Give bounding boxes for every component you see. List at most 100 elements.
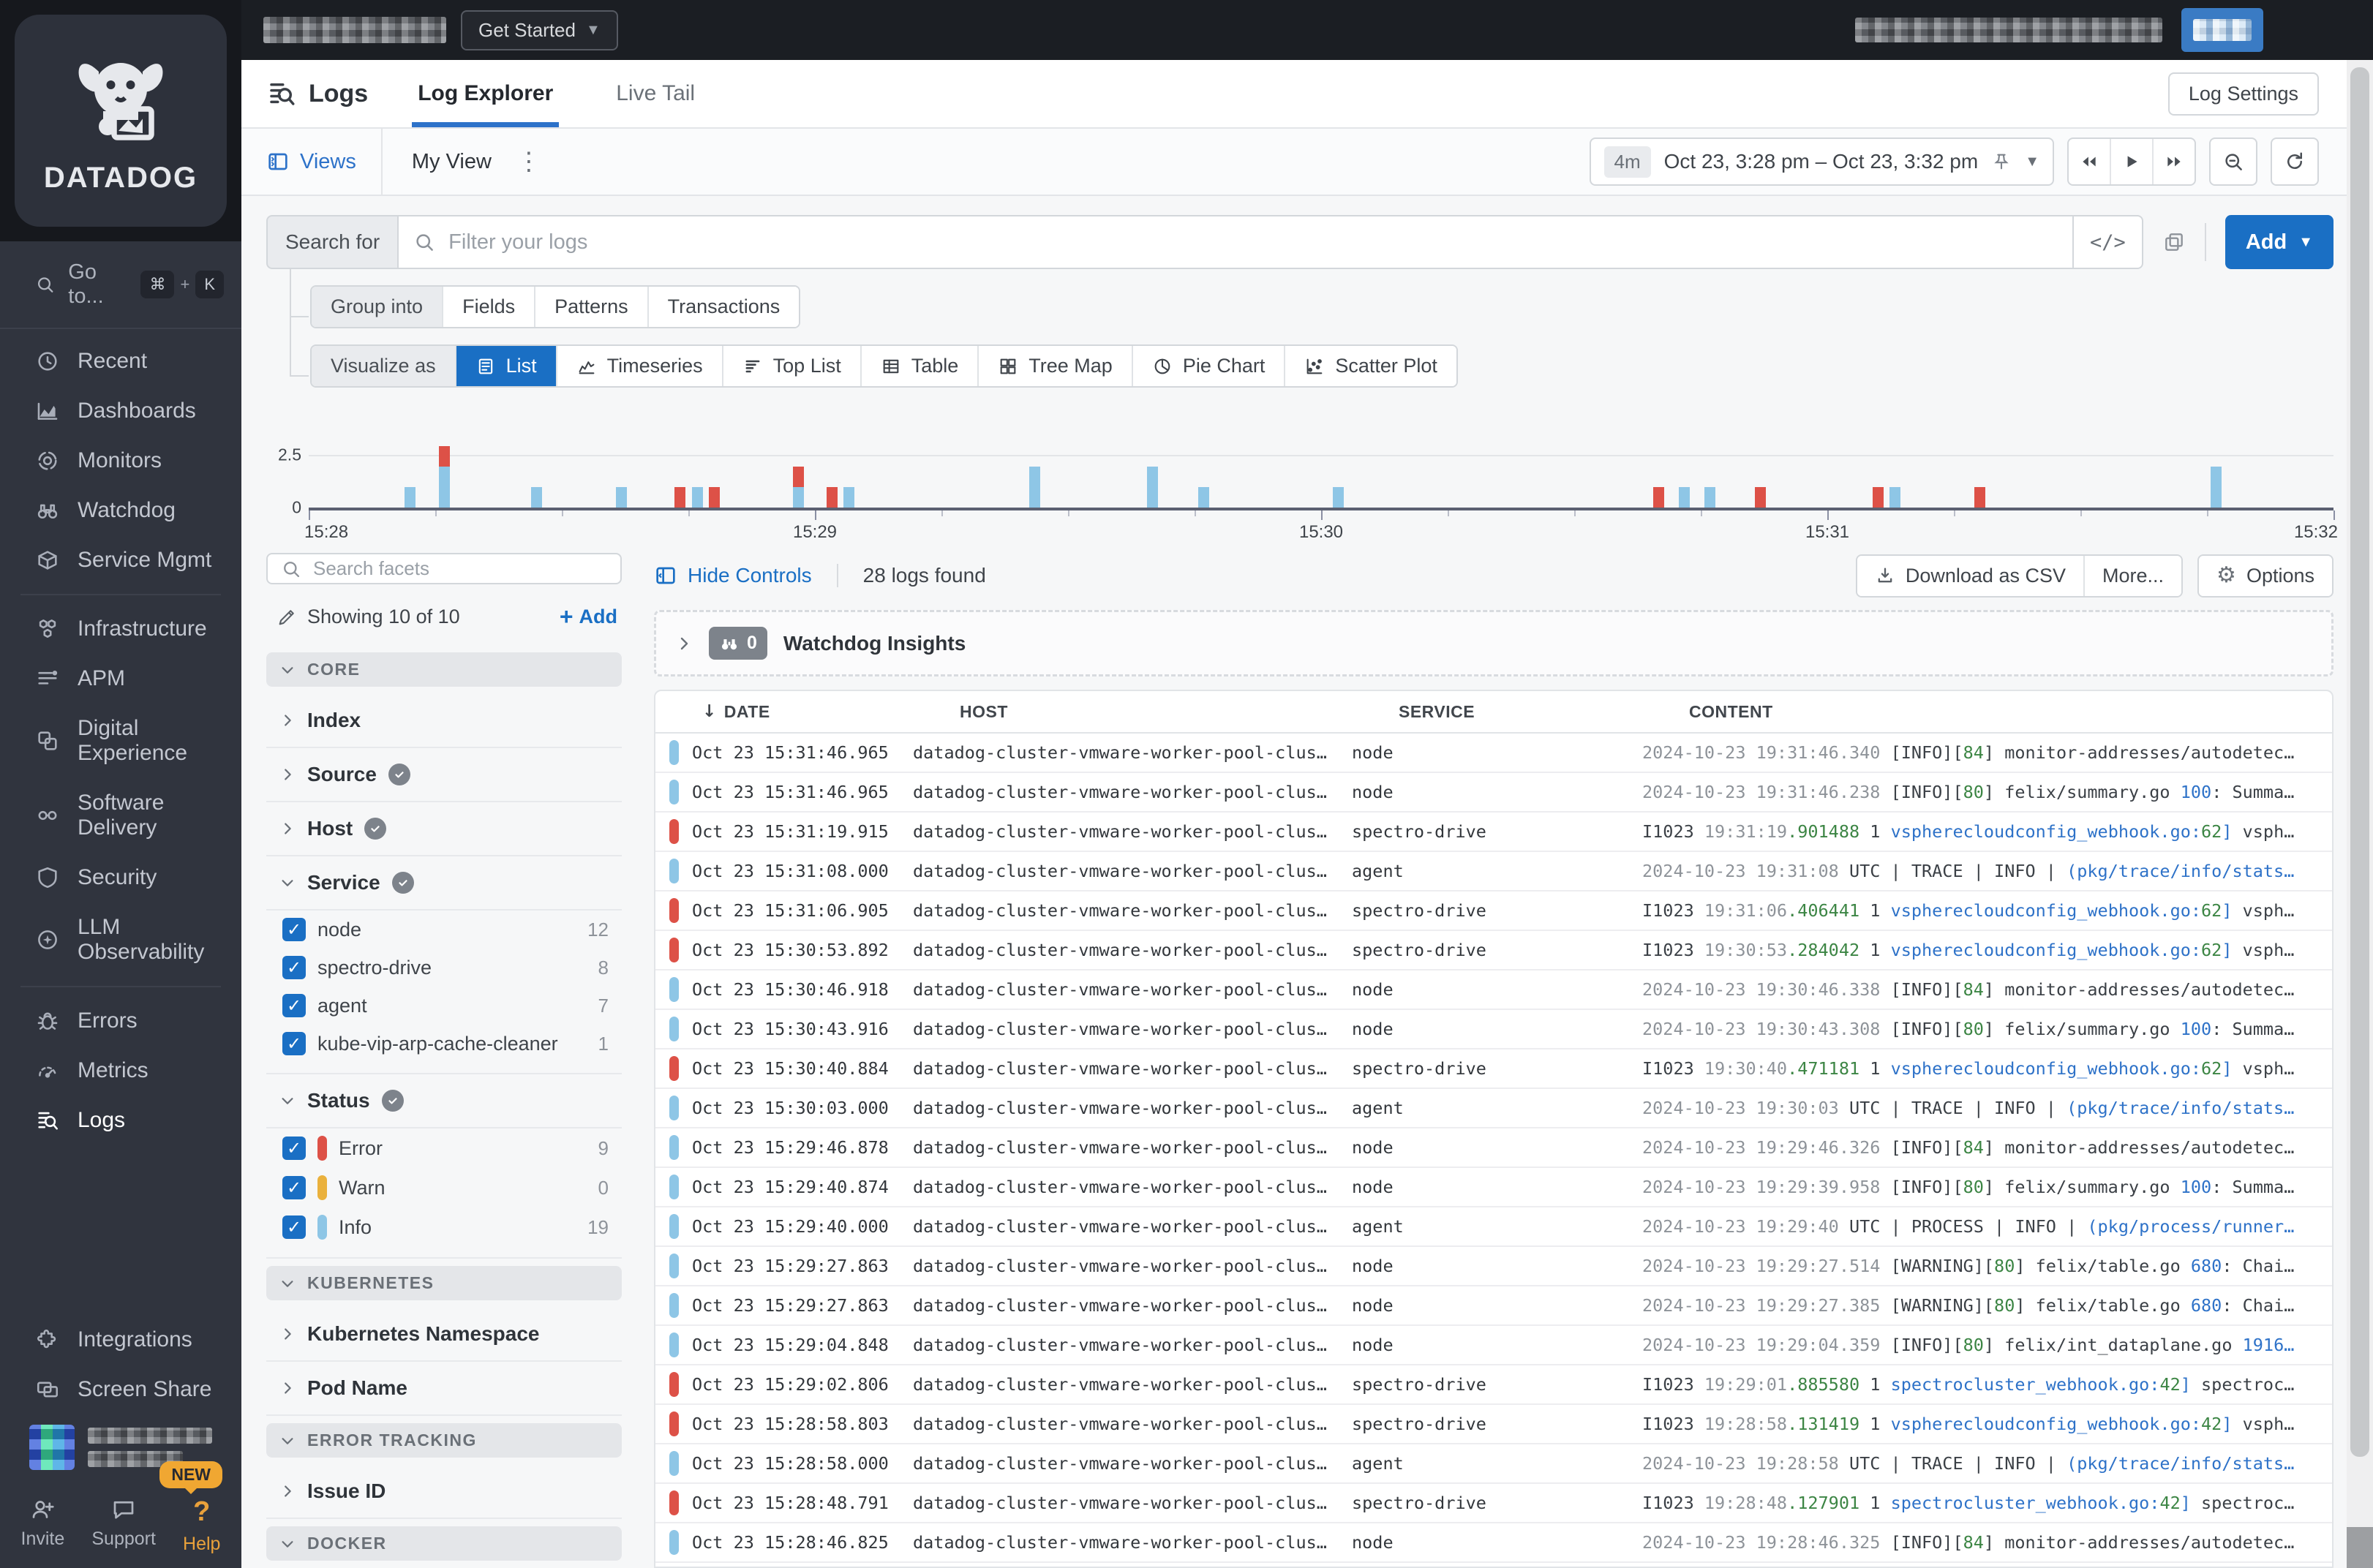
- histogram-bar-15:29:02[interactable]: [827, 487, 838, 508]
- group-into-transactions[interactable]: Transactions: [648, 287, 800, 327]
- time-range-picker[interactable]: 4m Oct 23, 3:28 pm – Oct 23, 3:32 pm ▼: [1589, 137, 2054, 186]
- facet-value-spectro-drive[interactable]: ✓ spectro-drive 8: [277, 949, 622, 987]
- group-into-patterns[interactable]: Patterns: [535, 287, 649, 327]
- histogram-bar-15:30:53[interactable]: [1754, 487, 1766, 508]
- sidebar-item-recent[interactable]: Recent: [0, 336, 241, 386]
- facet-kubernetes-namespace[interactable]: Kubernetes Namespace: [266, 1308, 622, 1362]
- visualize-timeseries[interactable]: Timeseries: [557, 346, 723, 386]
- view-kebab-menu[interactable]: ⋮: [516, 149, 541, 174]
- column-host[interactable]: HOST: [960, 702, 1399, 722]
- tab-log-explorer[interactable]: Log Explorer: [412, 60, 560, 127]
- facet-source[interactable]: Source: [266, 748, 622, 802]
- log-row[interactable]: Oct 23 15:28:58.803 datadog-cluster-vmwa…: [655, 1405, 2332, 1444]
- checkbox-checked[interactable]: ✓: [282, 918, 306, 941]
- sidebar-item-software-delivery[interactable]: Software Delivery: [0, 778, 241, 853]
- log-row[interactable]: Oct 23 15:29:27.863 datadog-cluster-vmwa…: [655, 1286, 2332, 1326]
- histogram-bar-15:29:46[interactable]: [1197, 487, 1209, 508]
- histogram-bar-15:29:27[interactable]: [1028, 467, 1040, 508]
- sidebar-item-watchdog[interactable]: Watchdog: [0, 486, 241, 535]
- get-started-button[interactable]: Get Started ▼: [461, 10, 618, 50]
- fast-forward-button[interactable]: [2154, 139, 2195, 184]
- checkbox-checked[interactable]: ✓: [282, 1137, 306, 1160]
- log-row[interactable]: Oct 23 15:31:46.965 datadog-cluster-vmwa…: [655, 734, 2332, 773]
- add-facet-button[interactable]: + Add: [560, 603, 617, 630]
- sidebar-item-digital-experience[interactable]: Digital Experience: [0, 704, 241, 778]
- invite-button[interactable]: Invite: [21, 1496, 64, 1550]
- log-row[interactable]: Oct 23 15:28:44.780 datadog-cluster-vmwa…: [655, 1563, 2332, 1567]
- facet-search-input[interactable]: [312, 557, 607, 581]
- zoom-out-button[interactable]: [2209, 137, 2257, 186]
- sidebar-item-screen-share[interactable]: Screen Share: [0, 1365, 241, 1414]
- facet-value-error[interactable]: ✓ Error 9: [277, 1128, 622, 1168]
- visualize-pie-chart[interactable]: Pie Chart: [1132, 346, 1286, 386]
- checkbox-checked[interactable]: ✓: [282, 994, 306, 1017]
- more-button[interactable]: More...: [2085, 555, 2182, 596]
- copy-query-button[interactable]: [2143, 215, 2205, 269]
- histogram-bar-15:28:37[interactable]: [615, 487, 627, 508]
- facet-group-core[interactable]: CORE: [266, 652, 622, 687]
- download-csv-button[interactable]: Download as CSV: [1857, 555, 2085, 596]
- histogram-bar-15:28:46[interactable]: [691, 487, 703, 508]
- log-row[interactable]: Oct 23 15:29:02.806 datadog-cluster-vmwa…: [655, 1365, 2332, 1405]
- visualize-scatter-plot[interactable]: Scatter Plot: [1285, 346, 1456, 386]
- refresh-button[interactable]: [2271, 137, 2319, 186]
- log-row[interactable]: Oct 23 15:29:04.848 datadog-cluster-vmwa…: [655, 1326, 2332, 1365]
- facet-value-warn[interactable]: ✓ Warn 0: [277, 1168, 622, 1207]
- facet-group-kubernetes[interactable]: KUBERNETES: [266, 1266, 622, 1300]
- column-service[interactable]: SERVICE: [1399, 702, 1689, 722]
- sidebar-item-errors[interactable]: Errors: [0, 996, 241, 1046]
- pin-icon[interactable]: [1991, 151, 2012, 172]
- play-button[interactable]: [2111, 139, 2154, 184]
- chart-plot-area[interactable]: 2.5 0 15:28 15:29 15:30 15:31 15:32: [278, 410, 2338, 543]
- facet-index[interactable]: Index: [266, 694, 622, 748]
- histogram-bar-15:28:12[interactable]: [405, 487, 416, 508]
- sidebar-item-logs[interactable]: Logs: [0, 1096, 241, 1145]
- facet-value-info[interactable]: ✓ Info 19: [277, 1207, 622, 1247]
- code-mode-button[interactable]: </>: [2072, 215, 2143, 269]
- support-button[interactable]: Support: [91, 1496, 156, 1550]
- watchdog-insights[interactable]: 0 Watchdog Insights: [654, 610, 2333, 676]
- log-row[interactable]: Oct 23 15:31:08.000 datadog-cluster-vmwa…: [655, 852, 2332, 892]
- histogram-bar-15:31:19[interactable]: [1974, 487, 1985, 508]
- facet-group-docker[interactable]: DOCKER: [266, 1526, 622, 1561]
- facet-value-agent[interactable]: ✓ agent 7: [277, 987, 622, 1025]
- datadog-logo[interactable]: DATADOG: [15, 15, 227, 227]
- histogram-bar-15:29:40[interactable]: [1147, 467, 1159, 508]
- histogram-bar-15:30:43[interactable]: [1678, 487, 1690, 508]
- facet-value-node[interactable]: ✓ node 12: [277, 911, 622, 949]
- log-row[interactable]: Oct 23 15:30:43.916 datadog-cluster-vmwa…: [655, 1010, 2332, 1049]
- facet-value-kube-vip-arp-cache-cleaner[interactable]: ✓ kube-vip-arp-cache-cleaner 1: [277, 1025, 622, 1063]
- log-row[interactable]: Oct 23 15:30:40.884 datadog-cluster-vmwa…: [655, 1049, 2332, 1089]
- sidebar-item-service-mgmt[interactable]: Service Mgmt: [0, 535, 241, 585]
- sidebar-item-metrics[interactable]: Metrics: [0, 1046, 241, 1096]
- histogram-bar-15:28:16[interactable]: [438, 446, 450, 508]
- views-button[interactable]: Views: [241, 129, 383, 195]
- scrollbar-thumb[interactable]: [2350, 67, 2369, 1457]
- edit-pencil-icon[interactable]: [277, 607, 297, 627]
- visualize-tree-map[interactable]: Tree Map: [979, 346, 1133, 386]
- column-content[interactable]: CONTENT: [1689, 702, 2332, 722]
- checkbox-checked[interactable]: ✓: [282, 1215, 306, 1239]
- checkbox-checked[interactable]: ✓: [282, 956, 306, 979]
- log-row[interactable]: Oct 23 15:29:40.874 datadog-cluster-vmwa…: [655, 1168, 2332, 1207]
- log-row[interactable]: Oct 23 15:28:58.000 datadog-cluster-vmwa…: [655, 1444, 2332, 1484]
- goto-search[interactable]: Go to... ⌘ + K: [0, 241, 241, 329]
- rewind-button[interactable]: [2069, 139, 2111, 184]
- options-button[interactable]: ⚙ Options: [2199, 555, 2332, 596]
- facet-pod-name[interactable]: Pod Name: [266, 1362, 622, 1416]
- facet-issue-id[interactable]: Issue ID: [266, 1465, 622, 1519]
- visualize-top-list[interactable]: Top List: [723, 346, 862, 386]
- log-row[interactable]: Oct 23 15:30:53.892 datadog-cluster-vmwa…: [655, 931, 2332, 970]
- sidebar-item-security[interactable]: Security: [0, 853, 241, 902]
- column-date[interactable]: ↓ DATE: [655, 702, 960, 722]
- sidebar-item-integrations[interactable]: Integrations: [0, 1315, 241, 1365]
- upgrade-button-redacted[interactable]: [2181, 8, 2263, 52]
- histogram-bar-15:30:40[interactable]: [1653, 487, 1665, 508]
- facet-group-error-tracking[interactable]: ERROR TRACKING: [266, 1423, 622, 1458]
- histogram-bar-15:28:44[interactable]: [674, 487, 686, 508]
- visualize-table[interactable]: Table: [861, 346, 979, 386]
- histogram-bar-15:29:04[interactable]: [843, 487, 855, 508]
- current-view-name[interactable]: My View: [412, 150, 492, 174]
- log-row[interactable]: Oct 23 15:29:46.878 datadog-cluster-vmwa…: [655, 1128, 2332, 1168]
- group-into-fields[interactable]: Fields: [443, 287, 536, 327]
